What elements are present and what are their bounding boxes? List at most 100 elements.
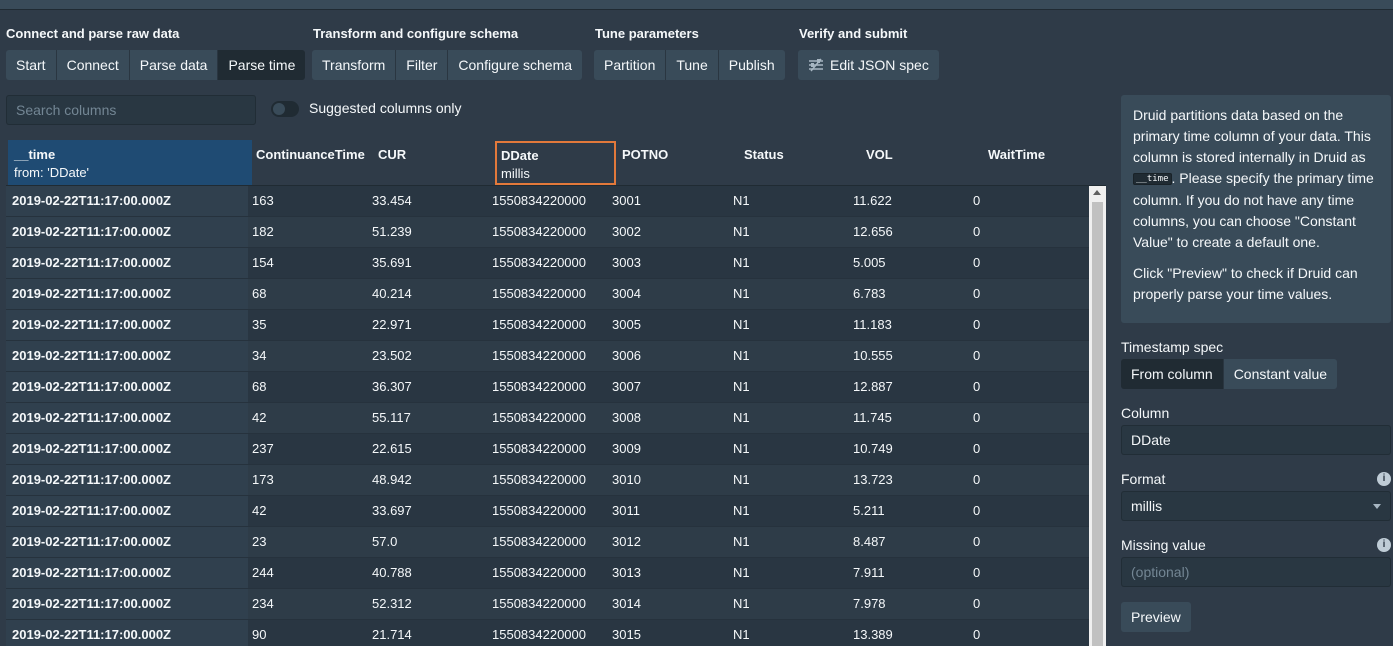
preview-button[interactable]: Preview — [1121, 602, 1191, 632]
cell-vol: 13.723 — [853, 472, 893, 487]
cell-time: 2019-02-22T11:17:00.000Z — [6, 310, 248, 340]
cell-potno: 3015 — [612, 627, 641, 642]
ddate-column-format: millis — [501, 166, 530, 181]
table-row: 2019-02-22T11:17:00.000Z 42 33.697 15508342… — [6, 496, 1089, 527]
parse-data-button[interactable]: Parse data — [129, 50, 219, 80]
cell-vol: 11.745 — [853, 410, 892, 425]
column-label: Column — [1121, 405, 1170, 421]
scroll-thumb[interactable] — [1092, 202, 1103, 646]
connect-button[interactable]: Connect — [56, 50, 130, 80]
info-text-part1: Druid partitions data based on the prima… — [1133, 107, 1371, 165]
column-header-time[interactable]: __time from: 'DDate' — [8, 140, 252, 185]
cell-continuancetime: 237 — [252, 441, 274, 456]
cell-ddate: 1550834220000 — [492, 534, 586, 549]
cell-time: 2019-02-22T11:17:00.000Z — [6, 558, 248, 588]
column-header-waittime[interactable]: WaitTime — [982, 140, 1051, 185]
format-info-icon[interactable]: i — [1377, 472, 1391, 486]
publish-button[interactable]: Publish — [718, 50, 785, 80]
table-row: 2019-02-22T11:17:00.000Z 42 55.117 15508342… — [6, 403, 1089, 434]
edit-json-spec-button[interactable]: Edit JSON spec — [798, 50, 939, 80]
cell-potno: 3009 — [612, 441, 641, 456]
cell-continuancetime: 68 — [252, 286, 267, 301]
column-header-ddate[interactable]: DDate millis — [495, 141, 616, 185]
cell-cur: 55.117 — [372, 410, 411, 425]
cell-cur: 48.942 — [372, 472, 412, 487]
column-header-status[interactable]: Status — [738, 140, 790, 185]
cell-vol: 8.487 — [853, 534, 886, 549]
time-column-source: from: 'DDate' — [14, 165, 90, 180]
column-header-vol[interactable]: VOL — [860, 140, 899, 185]
parse-time-button[interactable]: Parse time — [218, 50, 306, 80]
table-row: 2019-02-22T11:17:00.000Z 68 36.307 15508342… — [6, 372, 1089, 403]
format-label: Format — [1121, 471, 1166, 487]
time-code-snippet: __time — [1133, 172, 1172, 185]
time-column-name: __time — [14, 147, 56, 162]
cell-time: 2019-02-22T11:17:00.000Z — [6, 527, 248, 557]
cell-vol: 12.887 — [853, 379, 893, 394]
cell-potno: 3004 — [612, 286, 641, 301]
configure-schema-button[interactable]: Configure schema — [448, 50, 583, 80]
cell-waittime: 0 — [973, 286, 981, 301]
cell-time: 2019-02-22T11:17:00.000Z — [6, 217, 248, 247]
side-panel: Druid partitions data based on the prima… — [1113, 95, 1393, 646]
cell-waittime: 0 — [973, 410, 981, 425]
transform-button[interactable]: Transform — [312, 50, 397, 80]
start-button[interactable]: Start — [6, 50, 57, 80]
step-title-tune: Tune parameters — [595, 26, 699, 41]
cell-ddate: 1550834220000 — [492, 317, 586, 332]
cell-ddate: 1550834220000 — [492, 627, 586, 642]
cell-continuancetime: 23 — [252, 534, 267, 549]
missing-value-label: Missing value — [1121, 537, 1206, 553]
cell-status: N1 — [733, 441, 750, 456]
cell-status: N1 — [733, 410, 750, 425]
constant-value-button[interactable]: Constant value — [1223, 359, 1338, 389]
table-body: 2019-02-22T11:17:00.000Z 163 33.454 1550834… — [6, 186, 1089, 646]
cell-waittime: 0 — [973, 441, 981, 456]
cell-potno: 3011 — [612, 503, 640, 518]
tune-button[interactable]: Tune — [666, 50, 719, 80]
cell-potno: 3006 — [612, 348, 641, 363]
partition-button[interactable]: Partition — [594, 50, 667, 80]
suggested-columns-toggle[interactable] — [271, 101, 299, 117]
cell-ddate: 1550834220000 — [492, 379, 586, 394]
ddate-column-name: DDate — [501, 148, 539, 163]
cell-cur: 40.214 — [372, 286, 412, 301]
edit-json-spec-label: Edit JSON spec — [830, 57, 929, 73]
cell-vol: 11.183 — [853, 317, 892, 332]
column-header-continuancetime[interactable]: ContinuanceTime — [250, 140, 371, 185]
table-row: 2019-02-22T11:17:00.000Z 23 57.0 1550834220… — [6, 527, 1089, 558]
cell-vol: 11.622 — [853, 193, 892, 208]
table-scrollbar[interactable] — [1089, 186, 1106, 646]
cell-waittime: 0 — [973, 627, 981, 642]
missing-value-info-icon[interactable]: i — [1377, 538, 1391, 552]
scroll-up-arrow-icon[interactable] — [1093, 190, 1101, 195]
cell-continuancetime: 173 — [252, 472, 274, 487]
filter-button[interactable]: Filter — [396, 50, 449, 80]
cell-potno: 3005 — [612, 317, 641, 332]
cell-waittime: 0 — [973, 534, 981, 549]
cell-continuancetime: 68 — [252, 379, 267, 394]
format-select[interactable]: millis — [1121, 491, 1391, 521]
cell-status: N1 — [733, 224, 750, 239]
cell-vol: 10.555 — [853, 348, 893, 363]
cell-continuancetime: 42 — [252, 410, 267, 425]
cell-status: N1 — [733, 255, 750, 270]
from-column-button[interactable]: From column — [1121, 359, 1224, 389]
cell-cur: 51.239 — [372, 224, 412, 239]
column-input[interactable]: DDate — [1121, 425, 1391, 455]
cell-time: 2019-02-22T11:17:00.000Z — [6, 620, 248, 646]
column-header-potno[interactable]: POTNO — [616, 140, 674, 185]
cell-potno: 3008 — [612, 410, 641, 425]
table-row: 2019-02-22T11:17:00.000Z 182 51.239 1550834… — [6, 217, 1089, 248]
column-header-cur[interactable]: CUR — [372, 140, 412, 185]
info-paragraph-2: Click "Preview" to check if Druid can pr… — [1133, 264, 1358, 302]
cell-continuancetime: 163 — [252, 193, 274, 208]
table-row: 2019-02-22T11:17:00.000Z 34 23.502 15508342… — [6, 341, 1089, 372]
tune-button-group: Partition Tune Publish — [594, 50, 785, 80]
cell-status: N1 — [733, 472, 750, 487]
missing-value-input[interactable]: (optional) — [1121, 557, 1391, 587]
cell-time: 2019-02-22T11:17:00.000Z — [6, 186, 248, 216]
cell-potno: 3002 — [612, 224, 641, 239]
search-columns-input[interactable] — [6, 95, 256, 125]
cell-time: 2019-02-22T11:17:00.000Z — [6, 465, 248, 495]
